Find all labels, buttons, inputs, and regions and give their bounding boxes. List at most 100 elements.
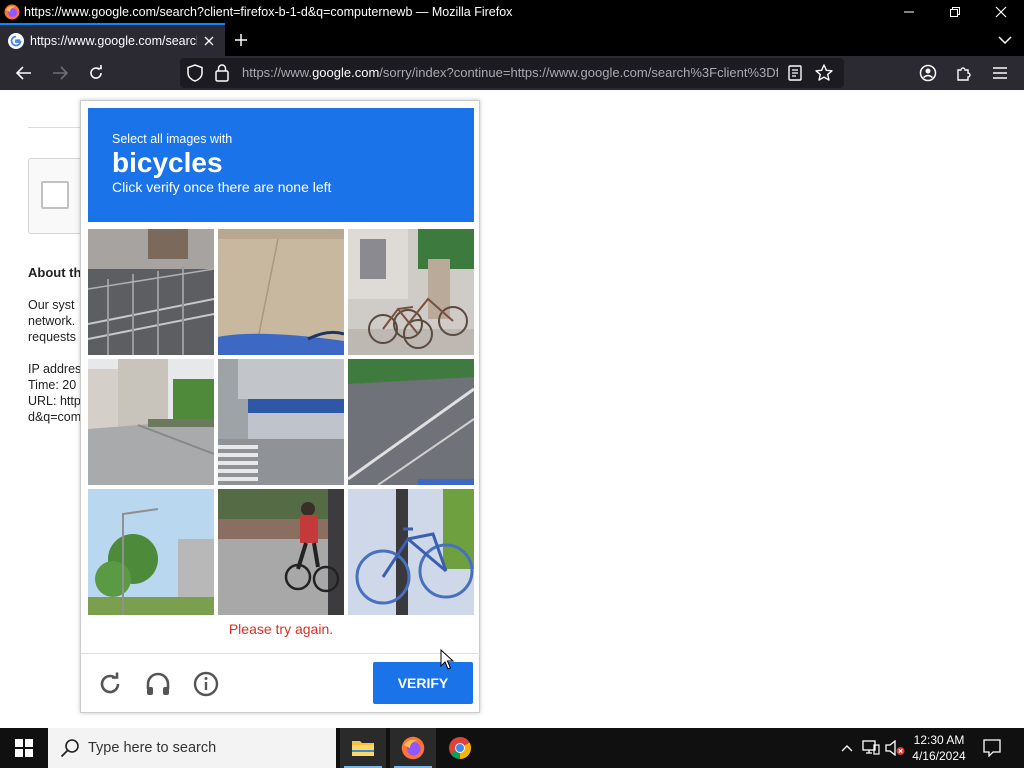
volume-status[interactable] xyxy=(884,728,906,768)
url-path: /sorry/index?continue=https://www.google… xyxy=(379,65,778,80)
captcha-tile-6[interactable] xyxy=(348,359,474,485)
window-titlebar: https://www.google.com/search?client=fir… xyxy=(0,0,1024,23)
close-icon xyxy=(995,6,1007,17)
select-instruction: Select all images with xyxy=(112,132,233,146)
reload-challenge-button[interactable] xyxy=(93,667,127,701)
new-tab-button[interactable] xyxy=(228,27,254,53)
tile-image-ground xyxy=(218,229,344,355)
headphones-icon xyxy=(146,672,170,695)
recaptcha-checkbox-widget[interactable] xyxy=(28,158,88,234)
captcha-tile-3[interactable] xyxy=(348,229,474,355)
taskbar-file-explorer[interactable] xyxy=(340,728,386,768)
start-button[interactable] xyxy=(0,728,48,768)
system-clock[interactable]: 12:30 AM 4/16/2024 xyxy=(904,732,974,764)
captcha-instructions: Select all images with bicycles Click ve… xyxy=(88,108,474,222)
chevron-up-icon xyxy=(841,745,853,752)
folder-icon xyxy=(352,741,374,756)
tile-image-store xyxy=(218,359,344,485)
page-line: d&q=com xyxy=(28,410,82,424)
menu-button[interactable] xyxy=(986,59,1014,87)
restore-button[interactable] xyxy=(932,0,978,23)
page-line: requests xyxy=(28,330,76,344)
chevron-down-icon xyxy=(998,36,1012,44)
refresh-icon xyxy=(100,672,120,694)
show-hidden-icons-button[interactable] xyxy=(838,728,856,768)
recaptcha-checkbox[interactable] xyxy=(41,181,69,209)
list-all-tabs-button[interactable] xyxy=(992,27,1018,53)
captcha-tile-1[interactable] xyxy=(88,229,214,355)
tile-image-bicycles xyxy=(348,229,474,355)
tile-image-trees xyxy=(88,489,214,615)
lock-icon[interactable] xyxy=(214,63,230,83)
navigation-toolbar: https://www.google.com/sorry/index?conti… xyxy=(0,56,1024,90)
speaker-muted-icon xyxy=(885,740,905,756)
address-bar[interactable]: https://www.google.com/sorry/index?conti… xyxy=(180,58,844,88)
captcha-tile-8[interactable] xyxy=(218,489,344,615)
minimize-button[interactable] xyxy=(886,0,932,23)
taskbar-chrome[interactable] xyxy=(437,728,483,768)
footer-divider xyxy=(81,653,481,654)
forward-button[interactable] xyxy=(46,59,74,87)
window-title: https://www.google.com/search?client=fir… xyxy=(24,4,513,19)
puzzle-icon xyxy=(957,67,971,81)
page-line: Time: 20 xyxy=(28,378,77,392)
verify-button[interactable]: VERIFY xyxy=(373,662,473,704)
network-icon xyxy=(862,740,880,755)
captcha-tile-7[interactable] xyxy=(88,489,214,615)
divider xyxy=(28,127,88,128)
firefox-icon xyxy=(401,736,425,760)
tab-google-search[interactable]: https://www.google.com/search?client=fir… xyxy=(0,23,225,56)
error-message: Please try again. xyxy=(228,621,334,637)
clock-date: 4/16/2024 xyxy=(912,749,966,763)
notification-icon xyxy=(983,739,1001,757)
firefox-icon xyxy=(4,4,20,19)
close-window-button[interactable] xyxy=(978,0,1024,23)
url-text[interactable]: https://www.google.com/sorry/index?conti… xyxy=(242,65,778,80)
tab-title: https://www.google.com/search?client=fir… xyxy=(30,33,197,48)
bookmark-star-icon[interactable] xyxy=(814,63,834,83)
page-line: network. xyxy=(28,314,76,328)
mouse-cursor-icon xyxy=(440,649,454,670)
windows-logo-icon xyxy=(15,739,33,757)
hamburger-icon xyxy=(993,67,1007,79)
clock-time: 12:30 AM xyxy=(913,733,965,747)
account-button[interactable] xyxy=(914,59,942,87)
google-favicon-icon xyxy=(8,32,24,49)
minimize-icon xyxy=(904,11,914,12)
chrome-icon xyxy=(449,737,471,759)
captcha-tile-2[interactable] xyxy=(218,229,344,355)
info-button[interactable] xyxy=(189,667,223,701)
network-status[interactable] xyxy=(860,728,882,768)
search-icon xyxy=(60,739,79,758)
captcha-challenge-dialog: Select all images with bicycles Click ve… xyxy=(80,100,481,713)
url-prefix: https://www. xyxy=(242,65,313,80)
restore-icon xyxy=(950,6,960,17)
back-button[interactable] xyxy=(10,59,38,87)
reader-view-icon[interactable] xyxy=(786,63,804,83)
close-icon xyxy=(204,36,214,45)
verify-hint: Click verify once there are none left xyxy=(112,179,332,195)
arrow-left-icon xyxy=(16,66,31,80)
captcha-tile-4[interactable] xyxy=(88,359,214,485)
taskbar-firefox[interactable] xyxy=(390,728,436,768)
reload-button[interactable] xyxy=(82,59,110,87)
target-object: bicycles xyxy=(112,147,223,178)
page-line: URL: http xyxy=(28,394,81,408)
taskbar: Type here to search 12:30 AM 4/16/2024 xyxy=(0,728,1024,768)
tab-close-button[interactable] xyxy=(197,29,221,53)
shield-icon[interactable] xyxy=(186,63,204,83)
audio-challenge-button[interactable] xyxy=(141,667,175,701)
account-icon xyxy=(919,64,937,82)
notifications-button[interactable] xyxy=(978,728,1006,768)
page-line: Our syst xyxy=(28,298,75,312)
search-placeholder: Type here to search xyxy=(88,740,217,756)
page-line: IP addres xyxy=(28,362,82,376)
captcha-tile-9[interactable] xyxy=(348,489,474,615)
taskbar-search-box[interactable]: Type here to search xyxy=(48,728,336,768)
captcha-tile-5[interactable] xyxy=(218,359,344,485)
arrow-right-icon xyxy=(53,66,68,80)
about-heading: About th xyxy=(28,265,82,280)
tile-image-cyclist xyxy=(218,489,344,615)
tab-bar: https://www.google.com/search?client=fir… xyxy=(0,23,1024,56)
extensions-button[interactable] xyxy=(950,59,978,87)
